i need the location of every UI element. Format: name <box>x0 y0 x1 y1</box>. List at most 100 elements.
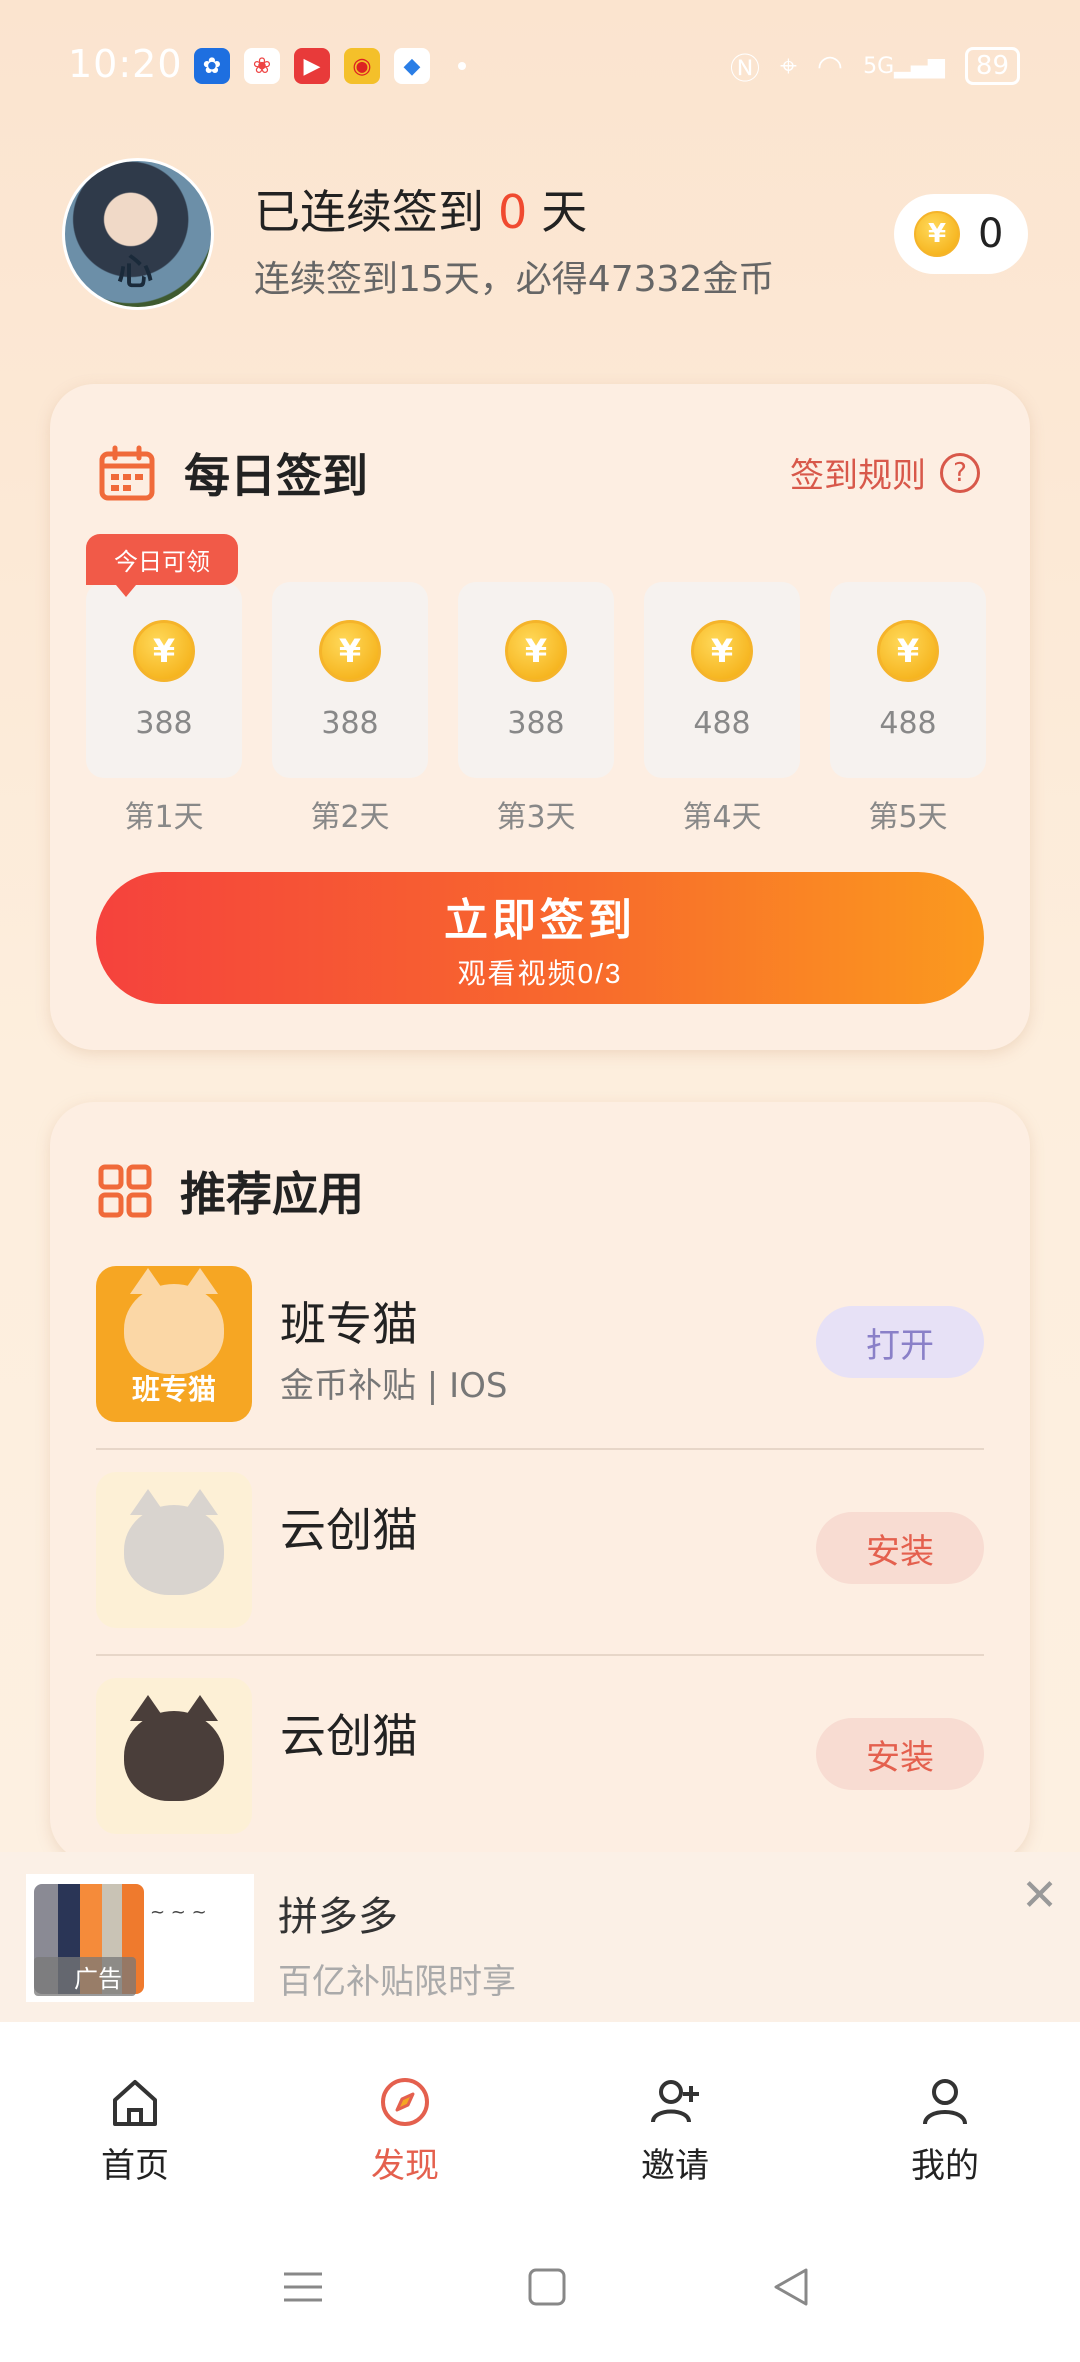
ad-label: 广告 <box>34 1957 136 1996</box>
cat-icon <box>124 1695 224 1801</box>
nav-item-mine[interactable]: 我的 <box>810 2022 1080 2212</box>
today-claimable-tag: 今日可领 <box>86 534 238 597</box>
app-item-yunchuangmao[interactable]: 云创猫 安装 <box>96 1472 984 1632</box>
nav-item-invite[interactable]: 邀请 <box>540 2022 810 2212</box>
signin-button-label: 立即签到 <box>444 896 636 945</box>
more-notifications-icon <box>458 62 466 70</box>
status-indicators: Ⓝ ⌖ ◠ 5G▂▄▆ 89 <box>730 44 1020 88</box>
install-app-button[interactable]: 安装 <box>816 1512 984 1584</box>
day-box: ¥ 388 <box>272 582 428 778</box>
divider <box>96 1654 984 1656</box>
wifi-icon: ◠ <box>816 48 844 84</box>
divider <box>96 1448 984 1450</box>
banzhuanmao-app-icon: 班专猫 <box>96 1266 252 1422</box>
coin-balance-pill[interactable]: ¥ 0 <box>894 194 1028 274</box>
add-user-icon <box>651 2080 699 2123</box>
apps-title: 推荐应用 <box>180 1167 364 1221</box>
avatar-text: 心 <box>117 252 154 293</box>
coin-icon: ¥ <box>319 619 381 682</box>
day-item-4[interactable]: ¥ 488 第4天 <box>644 582 800 836</box>
question-icon: ? <box>940 452 980 493</box>
signin-days-list: ¥ 388 第1天 ¥ 388 第2天 ¥ 388 第3天 ¥ 488 第4天 <box>86 582 986 836</box>
home-icon <box>113 2080 157 2126</box>
browser-app-icon: ◆ <box>394 48 430 84</box>
status-time: 10:20 <box>68 42 183 86</box>
nav-item-home[interactable]: 首页 <box>0 2022 270 2212</box>
location-icon: ⌖ <box>780 48 797 84</box>
signin-suffix: 天 <box>541 185 588 239</box>
avatar[interactable]: 心 <box>62 158 214 310</box>
ad-title: 拼多多 <box>278 1894 398 1940</box>
ad-image: ~ ~ ~ 广告 <box>26 1874 254 2002</box>
yunchuangmao-app-icon <box>96 1678 252 1834</box>
nav-item-discover[interactable]: 发现 <box>270 2022 540 2212</box>
day-amount: 388 <box>135 705 193 741</box>
weibo-app-icon: ◉ <box>344 48 380 84</box>
coin-icon: ¥ <box>877 619 939 682</box>
app-name: 云创猫 <box>280 1503 418 1557</box>
daily-title: 每日签到 <box>184 449 368 503</box>
close-icon[interactable]: ✕ <box>1021 1870 1058 1921</box>
signin-streak-title: 已连续签到 0 天 <box>254 176 587 242</box>
menu-icon[interactable] <box>278 2262 328 2312</box>
day-label: 第3天 <box>496 800 576 835</box>
day-box: ¥ 488 <box>644 582 800 778</box>
day-item-5[interactable]: ¥ 488 第5天 <box>830 582 986 836</box>
home-square-icon[interactable] <box>522 2262 572 2312</box>
day-amount: 488 <box>879 705 937 741</box>
app-item-yunchuangmao[interactable]: 云创猫 安装 <box>96 1678 984 1838</box>
day-label: 第4天 <box>682 800 762 835</box>
apps-title-row: 推荐应用 <box>98 1158 364 1224</box>
app-item-banzhuanmao[interactable]: 班专猫 班专猫 金币补贴 | IOS 打开 <box>96 1266 984 1426</box>
day-box: ¥ 388 <box>458 582 614 778</box>
status-app-icons: ✿ ❀ ▶ ◉ ◆ <box>194 48 466 84</box>
day-label: 第2天 <box>310 800 390 835</box>
app-name: 云创猫 <box>280 1709 418 1763</box>
day-item-2[interactable]: ¥ 388 第2天 <box>272 582 428 836</box>
install-app-button[interactable]: 安装 <box>816 1718 984 1790</box>
day-amount: 388 <box>321 705 379 741</box>
day-amount: 388 <box>507 705 565 741</box>
nav-label: 我的 <box>911 2146 979 2186</box>
app-icon-text: 班专猫 <box>131 1373 216 1406</box>
signal-icon: 5G▂▄▆ <box>863 53 945 79</box>
nfc-icon: Ⓝ <box>730 52 761 87</box>
day-box: ¥ 488 <box>830 582 986 778</box>
day-item-1[interactable]: ¥ 388 第1天 <box>86 582 242 836</box>
signin-days-count: 0 <box>498 185 528 239</box>
signin-rules-link[interactable]: 签到规则 ? <box>790 448 980 497</box>
signin-subtitle: 连续签到15天，必得47332金币 <box>254 259 775 300</box>
daily-signin-card: 每日签到 签到规则 ? ¥ 388 第1天 ¥ 388 第2天 ¥ 388 第3… <box>50 384 1030 1050</box>
battery-icon: 89 <box>964 47 1020 85</box>
calendar-icon <box>99 445 155 501</box>
daily-title-row: 每日签到 <box>98 440 368 506</box>
signin-rules-label: 签到规则 <box>790 456 926 496</box>
coin-icon: ¥ <box>133 619 195 682</box>
back-icon[interactable] <box>766 2262 816 2312</box>
app-name: 班专猫 <box>280 1297 418 1351</box>
day-box: ¥ 388 <box>86 582 242 778</box>
video-app-icon: ▶ <box>294 48 330 84</box>
system-nav-bar <box>0 2212 1080 2362</box>
day-item-3[interactable]: ¥ 388 第3天 <box>458 582 614 836</box>
day-label: 第1天 <box>124 800 204 835</box>
ad-subtitle: 百亿补贴限时享 <box>278 1962 516 2002</box>
status-bar: 10:20 ✿ ❀ ▶ ◉ ◆ Ⓝ ⌖ ◠ 5G▂▄▆ 89 <box>0 0 1080 130</box>
app-desc: 金币补贴 | IOS <box>280 1366 508 1406</box>
pinwheel-app-icon: ✿ <box>194 48 230 84</box>
open-app-button[interactable]: 打开 <box>816 1306 984 1378</box>
cat-icon <box>124 1268 224 1374</box>
recommended-apps-card: 推荐应用 班专猫 班专猫 金币补贴 | IOS 打开 云创猫 安装 云创猫 安装 <box>50 1102 1030 1862</box>
coin-icon: ¥ <box>691 619 753 682</box>
flower-app-icon: ❀ <box>244 48 280 84</box>
coin-icon: ¥ <box>505 619 567 682</box>
day-label: 第5天 <box>868 800 948 835</box>
yunchuangmao-app-icon <box>96 1472 252 1628</box>
grid-icon <box>98 1164 152 1218</box>
bottom-nav: 首页 发现 邀请 我的 <box>0 2022 1080 2212</box>
ad-banner[interactable]: ~ ~ ~ 广告 拼多多 百亿补贴限时享 ✕ <box>0 1852 1080 2022</box>
signin-now-button[interactable]: 立即签到 观看视频0/3 <box>96 872 984 1004</box>
coin-icon: ¥ <box>914 211 960 257</box>
nav-label: 首页 <box>101 2146 169 2186</box>
signin-prefix: 已连续签到 <box>254 185 484 239</box>
